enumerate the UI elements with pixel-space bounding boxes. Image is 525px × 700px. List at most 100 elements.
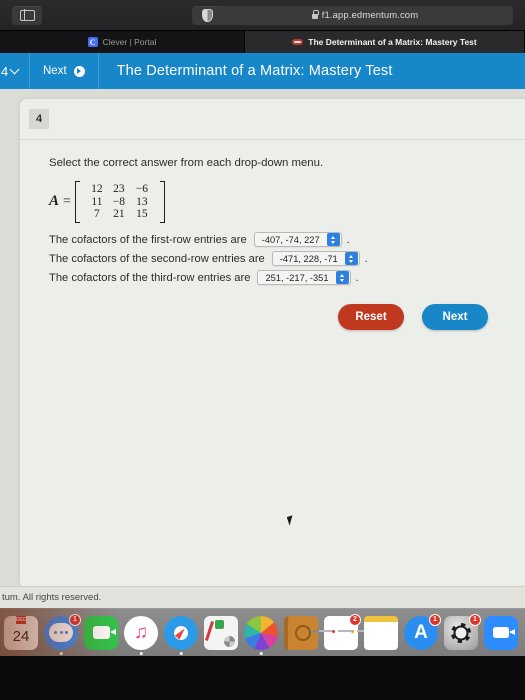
clever-favicon-icon: C <box>87 37 98 47</box>
screenshot-root: f1.app.edmentum.com C Clever | Portal Th… <box>0 0 525 700</box>
cofactor-period: . <box>346 233 350 246</box>
tab-clever-portal[interactable]: C Clever | Portal <box>0 31 245 53</box>
reminder-dot <box>331 629 335 633</box>
instruction-text: Select the correct answer from each drop… <box>49 157 324 169</box>
next-button[interactable]: Next <box>422 304 488 330</box>
dock-item-safari[interactable] <box>164 615 198 655</box>
dock-item-utility-app[interactable] <box>204 615 238 650</box>
next-arrow-circle-icon <box>73 65 85 77</box>
dock-item-app-store[interactable]: A 1 <box>404 613 441 650</box>
cofactor-select-value: -471, 228, -71 <box>279 253 338 264</box>
cofactor-label: The cofactors of the second-row entries … <box>49 252 265 265</box>
matrix-cell: −8 <box>112 195 126 208</box>
cofactor-period: . <box>355 271 359 284</box>
tab-label: The Determinant of a Matrix: Mastery Tes… <box>308 37 477 47</box>
gear-icon <box>451 622 471 643</box>
cofactor-select-second-row[interactable]: -471, 228, -71 <box>271 251 360 266</box>
reminder-line <box>337 630 351 633</box>
matrix-left-bracket <box>74 181 80 223</box>
dock-item-music[interactable]: ♫ <box>124 615 158 655</box>
matrix-cell: 11 <box>91 195 103 208</box>
question-selector-value: 4 <box>1 63 9 79</box>
dock-running-dot <box>179 652 183 655</box>
matrix-cell: 12 <box>91 183 103 195</box>
dock-item-facetime[interactable] <box>84 615 118 650</box>
dock-running-dot <box>139 652 143 655</box>
sidebar-toggle-button[interactable] <box>12 5 42 25</box>
stepper-arrows-icon[interactable] <box>344 252 358 265</box>
facetime-camera-icon <box>92 626 116 639</box>
question-selector-dropdown[interactable]: 4 <box>0 53 30 89</box>
dock-item-calendar[interactable]: DEC 24 <box>4 615 38 650</box>
dock-item-notes[interactable] <box>364 615 398 650</box>
address-bar[interactable]: f1.app.edmentum.com <box>217 6 513 25</box>
question-number-badge: 4 <box>29 109 49 129</box>
cofactor-select-third-row[interactable]: 251, -217, -351 <box>257 270 351 285</box>
card-divider <box>20 139 525 140</box>
messages-badge: 1 <box>69 613 81 626</box>
matrix-cell: 13 <box>136 195 148 208</box>
matrix-values: 12 23 −6 11 −8 13 7 21 15 <box>84 181 156 223</box>
dock-item-messages[interactable]: 1 <box>44 613 81 655</box>
messages-bubble-icon <box>49 623 73 642</box>
sidebar-toggle-icon <box>19 9 35 21</box>
cofactor-label: The cofactors of the third-row entries a… <box>49 271 251 284</box>
matrix-cell: −6 <box>135 183 149 195</box>
edmentum-favicon-icon <box>292 39 304 45</box>
question-card: 4 Select the correct answer from each dr… <box>20 99 525 589</box>
dock-item-photos[interactable] <box>244 615 278 655</box>
macos-dock: DEC 24 1 ♫ 2 A 1 1 <box>0 608 525 656</box>
action-buttons: Reset Next <box>338 304 488 330</box>
cofactor-line-first-row: The cofactors of the first-row entries a… <box>49 232 368 247</box>
page-title: The Determinant of a Matrix: Mastery Tes… <box>116 63 393 79</box>
matrix-display: A = 12 23 −6 11 −8 13 7 21 15 <box>49 181 165 223</box>
dock-item-system-preferences[interactable]: 1 <box>444 613 481 650</box>
calendar-day-label: 24 <box>12 628 30 645</box>
dock-running-dot <box>259 652 263 655</box>
matrix-cell: 23 <box>113 183 125 195</box>
app-store-glyph-icon: A <box>414 621 428 643</box>
chevron-down-icon <box>9 64 20 75</box>
header-next-label: Next <box>43 65 67 77</box>
reminder-dot <box>350 629 354 633</box>
cofactor-period: . <box>364 252 368 265</box>
cofactor-select-first-row[interactable]: -407, -74, 227 <box>253 232 342 247</box>
reset-button[interactable]: Reset <box>338 304 404 330</box>
lock-icon <box>311 10 319 19</box>
matrix-cell: 21 <box>113 208 125 220</box>
matrix-right-bracket <box>159 181 165 223</box>
url-text: f1.app.edmentum.com <box>321 10 419 21</box>
cofactor-line-second-row: The cofactors of the second-row entries … <box>49 251 368 266</box>
desk-area <box>0 656 525 700</box>
cofactor-select-value: -407, -74, 227 <box>261 234 320 245</box>
reminder-row <box>331 629 351 633</box>
dock-running-dot <box>59 652 63 655</box>
utility-glyph-a <box>204 620 215 641</box>
reminder-row <box>312 629 332 633</box>
cofactor-line-third-row: The cofactors of the third-row entries a… <box>49 270 368 285</box>
reminders-badge: 2 <box>349 613 361 626</box>
stepper-arrows-icon[interactable] <box>335 271 349 284</box>
dock-item-reminders[interactable]: 2 <box>312 613 370 650</box>
app-header: 4 Next The Determinant of a Matrix: Mast… <box>0 53 525 89</box>
tab-determinant-mastery-test[interactable]: The Determinant of a Matrix: Mastery Tes… <box>245 31 525 53</box>
system-preferences-badge: 1 <box>469 613 481 626</box>
matrix-cell: 7 <box>94 208 100 220</box>
page-footer: tum. All rights reserved. <box>0 586 525 608</box>
page-body: 4 Select the correct answer from each dr… <box>0 89 525 606</box>
cofactor-label: The cofactors of the first-row entries a… <box>49 233 247 246</box>
dock-item-zoom[interactable] <box>484 615 518 650</box>
safari-compass-icon <box>174 625 188 640</box>
reminder-dot <box>312 629 316 633</box>
header-next-button[interactable]: Next <box>30 53 99 89</box>
matrix-name: A <box>49 193 60 210</box>
music-note-icon: ♫ <box>133 622 149 643</box>
matrix-cell: 15 <box>136 208 148 220</box>
browser-toolbar: f1.app.edmentum.com <box>0 0 525 31</box>
calendar-month-label: DEC <box>15 615 27 624</box>
stepper-arrows-icon[interactable] <box>326 233 340 246</box>
cofactor-select-value: 251, -217, -351 <box>265 272 329 283</box>
utility-glyph-b <box>215 619 224 629</box>
zoom-camera-icon <box>493 627 515 638</box>
tab-label: Clever | Portal <box>102 37 157 47</box>
